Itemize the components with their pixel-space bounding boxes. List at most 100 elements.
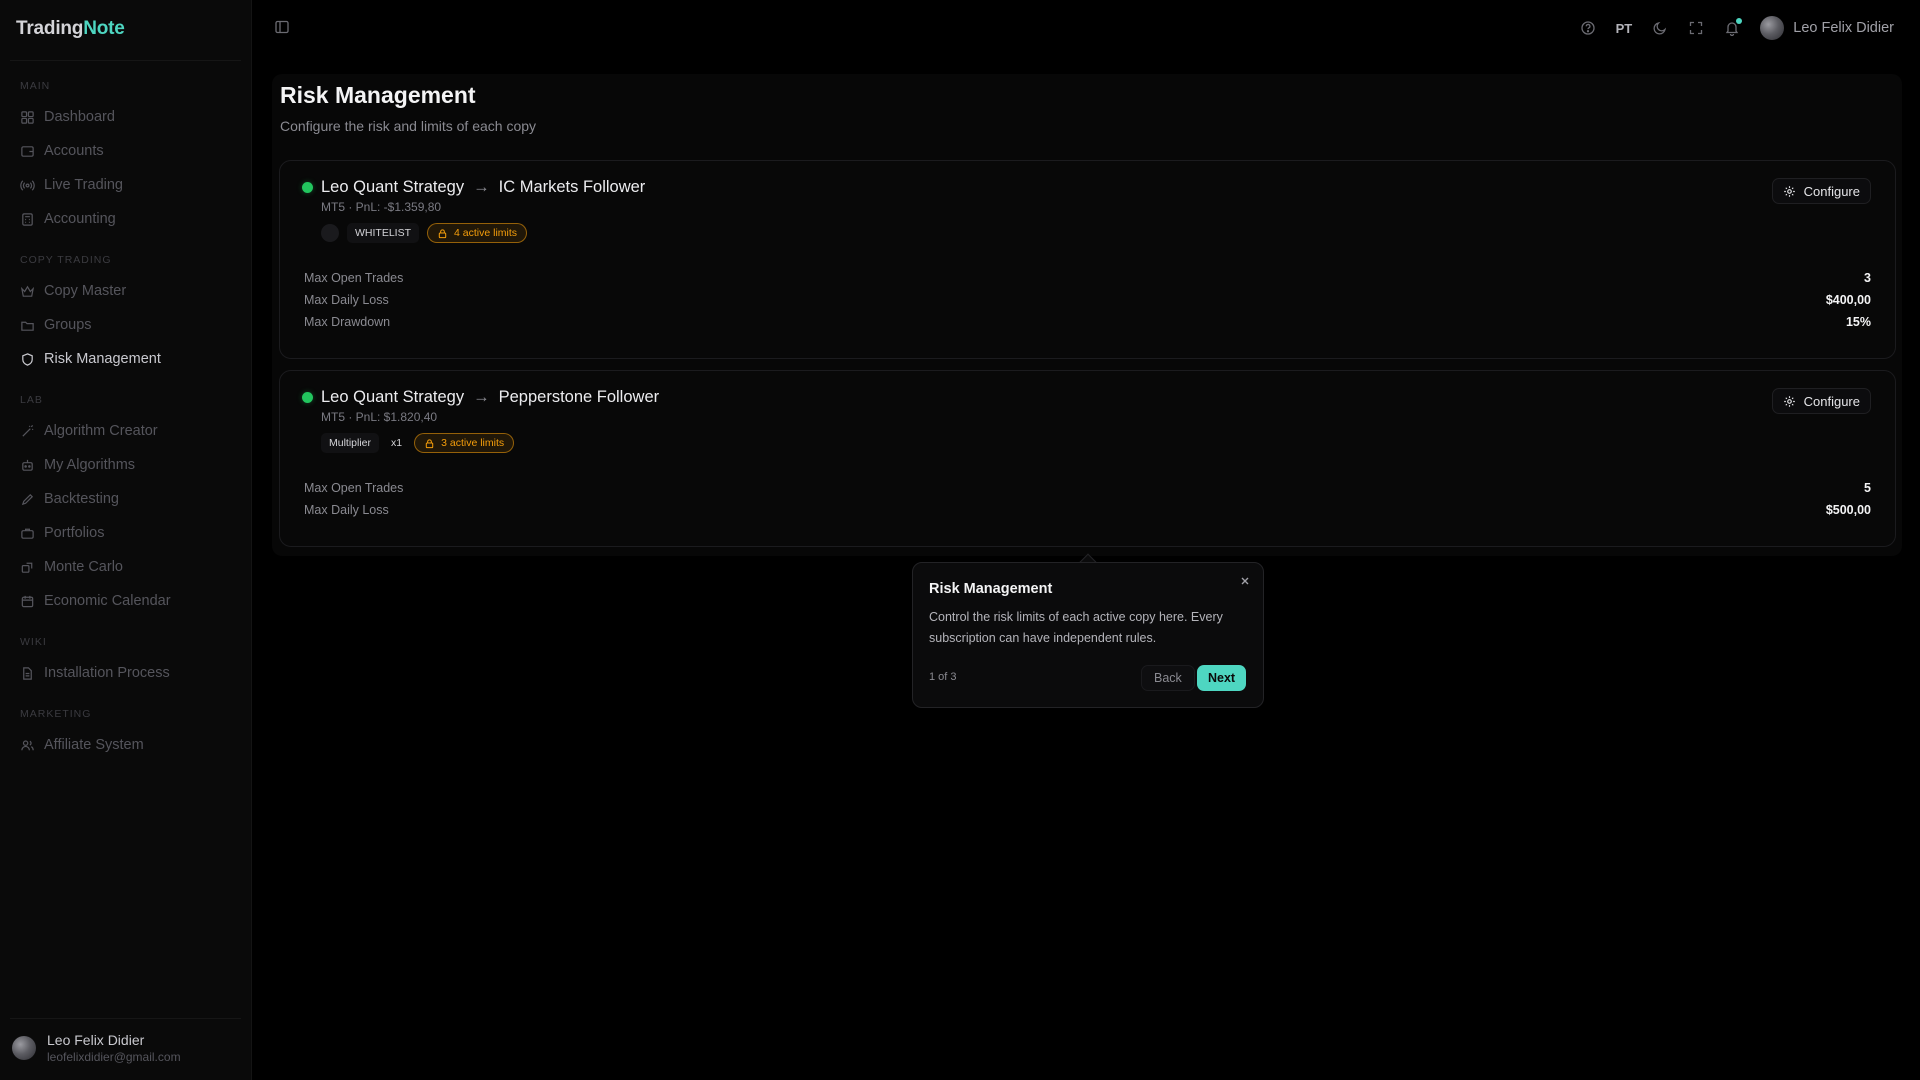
copy-card-meta: MT5 · PnL: -$1.359,80 (321, 200, 442, 214)
wand-icon (22, 424, 34, 437)
configure-label: Configure (1803, 393, 1860, 409)
follower-name: IC Markets Follower (498, 178, 646, 196)
sidebar-item-label: Algorithm Creator (44, 423, 158, 439)
tour-body: Control the risk limits of each active c… (929, 610, 1223, 645)
master-name: Leo Quant Strategy (321, 178, 465, 196)
lock-icon (438, 228, 447, 238)
sidebar-item-accounting[interactable]: Accounting (20, 206, 239, 232)
sidebar-item-label: Accounts (44, 143, 104, 159)
sidebar-item-live-trading[interactable]: Live Trading (20, 172, 239, 198)
sidebar-item-installation-process[interactable]: Installation Process (20, 660, 239, 686)
limit-label: Max Open Trades (304, 481, 404, 495)
active-limits-label: 4 active limits (454, 227, 518, 239)
sidebar-item-economic-calendar[interactable]: Economic Calendar (20, 588, 239, 614)
limit-row: Max Daily Loss $500,00 (304, 499, 1871, 521)
shield-icon (22, 352, 33, 366)
copy-card-header: Leo Quant Strategy → IC Markets Follower… (302, 178, 645, 243)
tour-title: Risk Management (929, 581, 1053, 597)
limit-value: 5 (1864, 481, 1871, 495)
sidebar-user-profile[interactable]: Leo Felix Didier leofelixdidier@gmail.co… (12, 1032, 181, 1064)
limit-label: Max Drawdown (304, 315, 391, 329)
notifications-button[interactable] (1724, 18, 1743, 37)
broadcast-icon (20, 179, 35, 191)
brand-logo[interactable]: TradingNote (16, 18, 125, 40)
limits-list: Max Open Trades 5 Max Daily Loss $500,00 (304, 477, 1871, 521)
sidebar-item-copy-master[interactable]: Copy Master (20, 278, 239, 304)
tour-step-counter: 1 of 3 (929, 671, 957, 683)
tag-row: WHITELIST 4 active limits (321, 223, 645, 243)
limit-value: 15% (1845, 315, 1871, 329)
tag-multiplier: Multiplier (321, 433, 380, 453)
robot-icon (22, 459, 33, 471)
sidebar-item-dashboard[interactable]: Dashboard (20, 104, 239, 130)
section-label-main: MAIN (20, 80, 51, 92)
sidebar-user-name: Leo Felix Didier (47, 1032, 145, 1048)
lock-icon (425, 438, 434, 448)
gear-icon (1783, 185, 1795, 197)
sidebar-item-label: Accounting (44, 211, 116, 227)
wallet-icon (21, 145, 34, 157)
app-root: TradingNote MAIN Dashboard Accounts Live… (0, 0, 1920, 1080)
topbar-actions: PT Leo Felix Didier (1580, 15, 1894, 41)
limit-row: Max Drawdown 15% (304, 311, 1871, 333)
grid-icon (21, 110, 34, 124)
sidebar-item-monte-carlo[interactable]: Monte Carlo (20, 554, 239, 580)
sidebar-item-accounts[interactable]: Accounts (20, 138, 239, 164)
moon-icon[interactable] (1652, 20, 1668, 36)
fullscreen-icon[interactable] (1688, 20, 1704, 36)
calendar-icon (21, 595, 34, 607)
limit-label: Max Daily Loss (304, 503, 389, 517)
configure-button[interactable]: Configure (1771, 388, 1871, 414)
copy-card: Leo Quant Strategy → IC Markets Follower… (279, 160, 1896, 359)
limits-list: Max Open Trades 3 Max Daily Loss $400,00… (304, 267, 1871, 333)
limit-value: $400,00 (1825, 293, 1871, 307)
avatar (1760, 16, 1785, 40)
configure-button[interactable]: Configure (1771, 178, 1871, 204)
copy-card-header: Leo Quant Strategy → Pepperstone Followe… (302, 388, 659, 453)
sidebar-item-algorithm-creator[interactable]: Algorithm Creator (20, 418, 239, 444)
close-icon[interactable] (1237, 573, 1253, 589)
sidebar-item-label: Live Trading (44, 177, 123, 193)
page-subtitle: Configure the risk and limits of each co… (280, 118, 537, 134)
sidebar-item-my-algorithms[interactable]: My Algorithms (20, 452, 239, 478)
brand-name-part2: Note (83, 18, 125, 39)
folder-icon (21, 321, 34, 331)
sidebar-item-label: Backtesting (44, 491, 119, 507)
limit-row: Max Daily Loss $400,00 (304, 289, 1871, 311)
sidebar-item-label: Monte Carlo (44, 559, 123, 575)
sidebar-item-risk-management[interactable]: Risk Management (20, 346, 239, 372)
follower-name: Pepperstone Follower (498, 388, 660, 406)
sidebar-item-affiliate-system[interactable]: Affiliate System (20, 732, 239, 758)
copy-card-title: Leo Quant Strategy → Pepperstone Followe… (321, 388, 659, 407)
sidebar-toggle-icon[interactable] (274, 19, 290, 35)
sidebar: TradingNote MAIN Dashboard Accounts Live… (0, 0, 252, 1080)
master-name: Leo Quant Strategy (321, 388, 465, 406)
dice-icon (21, 562, 33, 573)
status-dot-active (302, 182, 313, 193)
section-label-copy-trading: COPY TRADING (20, 254, 112, 266)
tag-multiplier-value: x1 (391, 437, 403, 449)
gear-icon (1783, 395, 1795, 407)
users-icon (21, 739, 34, 750)
help-icon[interactable] (1580, 20, 1596, 36)
tag-whitelist: WHITELIST (347, 223, 420, 243)
sidebar-item-portfolios[interactable]: Portfolios (20, 520, 239, 546)
sidebar-item-label: Dashboard (44, 109, 115, 125)
brand-name-part1: Trading (16, 18, 84, 39)
crown-icon (20, 285, 35, 297)
sidebar-item-label: Groups (44, 317, 92, 333)
sidebar-item-groups[interactable]: Groups (20, 312, 239, 338)
briefcase-icon (21, 528, 34, 539)
topbar-user-name: Leo Felix Didier (1793, 20, 1894, 36)
back-button[interactable]: Back (1141, 665, 1195, 691)
active-limits-label: 3 active limits (441, 437, 505, 449)
tag-row: Multiplier x1 3 active limits (321, 433, 659, 453)
page-title: Risk Management (280, 82, 476, 108)
notification-dot (1736, 18, 1743, 24)
copy-card-title: Leo Quant Strategy → IC Markets Follower (321, 178, 645, 197)
next-button[interactable]: Next (1197, 665, 1247, 691)
sidebar-item-backtesting[interactable]: Backtesting (20, 486, 239, 512)
topbar-user-menu[interactable]: Leo Felix Didier (1760, 16, 1894, 40)
limit-label: Max Open Trades (304, 271, 404, 285)
language-switcher[interactable]: PT (1616, 21, 1633, 36)
